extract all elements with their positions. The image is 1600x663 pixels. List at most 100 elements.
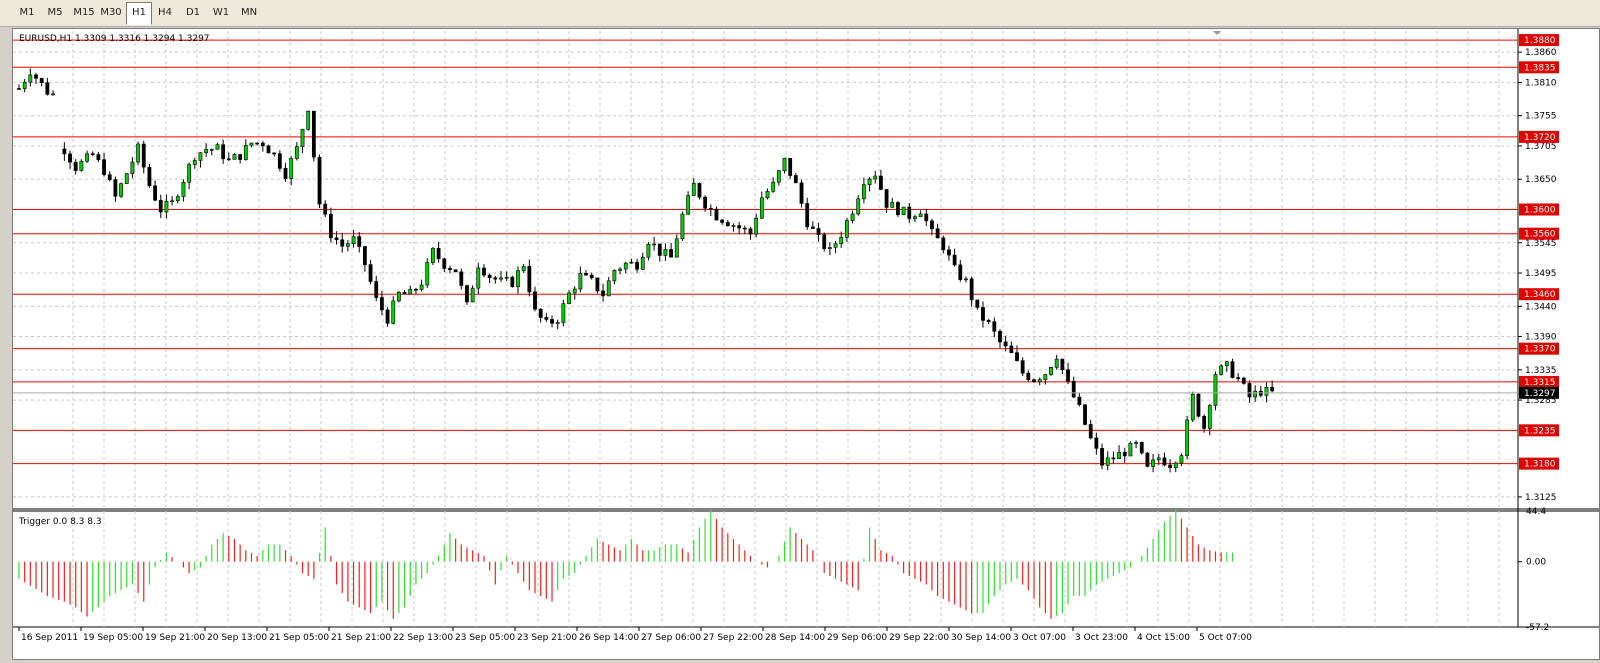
x-tick-label: 29 Sep 06:00 — [827, 633, 887, 643]
candle-body — [504, 276, 509, 279]
price-chart[interactable]: 1.3860 1.3810 1.3755 1.3705 1.3650 1.3545 1.34… — [13, 29, 1599, 659]
candle-body — [1049, 367, 1053, 375]
candle-body — [17, 88, 21, 90]
candle-body — [198, 152, 203, 161]
candle-body — [493, 277, 498, 280]
candle-body — [79, 160, 84, 171]
candle-body — [827, 247, 832, 250]
candle-body — [306, 110, 311, 130]
candle-body — [51, 93, 55, 96]
candle-body — [1026, 372, 1031, 381]
candle-body — [1264, 386, 1269, 396]
candle-body — [85, 153, 89, 162]
x-tick-label: 22 Sep 13:00 — [393, 633, 453, 643]
candle-body — [226, 158, 231, 161]
x-tick-label: 27 Sep 06:00 — [641, 633, 701, 643]
x-tick-label: 3 Oct 23:00 — [1075, 633, 1128, 643]
candle-body — [289, 158, 294, 179]
x-tick-label: 20 Sep 13:00 — [207, 633, 267, 643]
timeframe-w1-button[interactable]: W1 — [208, 3, 234, 23]
candle-body — [1088, 424, 1093, 439]
candle-body — [1241, 377, 1246, 384]
candle-body — [952, 254, 957, 266]
candle-body — [459, 271, 464, 286]
x-tick-label: 4 Oct 15:00 — [1137, 633, 1190, 643]
candle-body — [663, 249, 668, 256]
y-tick-label: 1.3755 — [1525, 112, 1557, 122]
candle-body — [538, 308, 543, 318]
candle-body — [1213, 374, 1218, 406]
candle-body — [181, 182, 186, 197]
candle-body — [521, 266, 526, 271]
timeframe-m1-button[interactable]: M1 — [14, 3, 40, 23]
candle-body — [913, 216, 917, 219]
candle-body — [646, 243, 651, 258]
candle-body — [589, 274, 594, 279]
candle-body — [964, 278, 968, 281]
candle-body — [311, 110, 316, 158]
candle-body — [141, 143, 146, 168]
candle-body — [691, 183, 696, 196]
candle-body — [442, 258, 447, 269]
timeframe-m5-button[interactable]: M5 — [42, 3, 68, 23]
x-tick-label: 26 Sep 14:00 — [579, 633, 639, 643]
candle-body — [294, 146, 299, 159]
timeframe-m30-button[interactable]: M30 — [98, 3, 124, 23]
candle-body — [618, 268, 622, 271]
candle-body — [204, 149, 209, 153]
candle-body — [62, 148, 67, 155]
candle-body — [947, 249, 951, 256]
y-tick-label: 1.3125 — [1525, 493, 1557, 503]
ind-y-tick-label: -57.2 — [1526, 623, 1549, 633]
timeframe-mn-button[interactable]: MN — [236, 3, 262, 23]
candle-body — [1094, 437, 1099, 449]
candle-body — [930, 220, 934, 230]
candle-body — [476, 267, 481, 289]
x-tick-label: 19 Sep 21:00 — [145, 633, 205, 643]
candle-body — [867, 178, 872, 185]
candle-body — [402, 291, 407, 295]
candle-body — [1043, 374, 1048, 380]
candle-body — [1020, 360, 1025, 374]
candle-body — [96, 154, 101, 160]
candle-body — [788, 157, 793, 176]
candle-body — [436, 247, 441, 260]
candle-body — [119, 183, 123, 197]
candle-body — [578, 272, 583, 290]
y-tick-label: 1.3390 — [1525, 333, 1557, 343]
candle-body — [623, 262, 628, 270]
candle-body — [861, 184, 866, 200]
candle-body — [1230, 361, 1235, 378]
candle-body — [765, 191, 770, 199]
candle-body — [844, 220, 849, 238]
candle-body — [380, 297, 384, 311]
candle-body — [901, 206, 906, 216]
candle-body — [357, 236, 362, 247]
candle-body — [1236, 377, 1241, 379]
y-tick-label: 1.3495 — [1525, 269, 1557, 279]
candle-body — [124, 173, 129, 184]
candle-body — [1077, 396, 1082, 405]
candle-body — [431, 247, 435, 263]
candle-body — [516, 270, 520, 287]
candle-body — [482, 267, 486, 276]
candle-body — [1003, 341, 1008, 347]
timeframe-h4-button[interactable]: H4 — [152, 3, 178, 23]
level-tag-label: 1.3835 — [1524, 63, 1556, 73]
mt4-chart-window: M1 M5 M15 M30 H1 H4 D1 W1 MN 1.3860 1.3810 1.3755 1… — [0, 0, 1600, 660]
candle-body — [1009, 345, 1014, 353]
candle-body — [533, 291, 537, 310]
candle-body — [1122, 452, 1127, 457]
candle-body — [1117, 452, 1121, 459]
timeframe-m15-button[interactable]: M15 — [70, 3, 98, 23]
candle-body — [283, 168, 288, 179]
candle-body — [1219, 365, 1224, 375]
timeframe-d1-button[interactable]: D1 — [180, 3, 206, 23]
ind-y-tick-label: 0.00 — [1526, 558, 1546, 568]
timeframe-h1-button[interactable]: H1 — [126, 2, 152, 25]
chart-window[interactable]: 1.3860 1.3810 1.3755 1.3705 1.3650 1.3545 1.34… — [12, 28, 1600, 660]
candle-body — [266, 145, 271, 154]
candle-body — [470, 287, 475, 303]
candle-body — [1207, 405, 1212, 429]
candle-body — [731, 225, 736, 227]
